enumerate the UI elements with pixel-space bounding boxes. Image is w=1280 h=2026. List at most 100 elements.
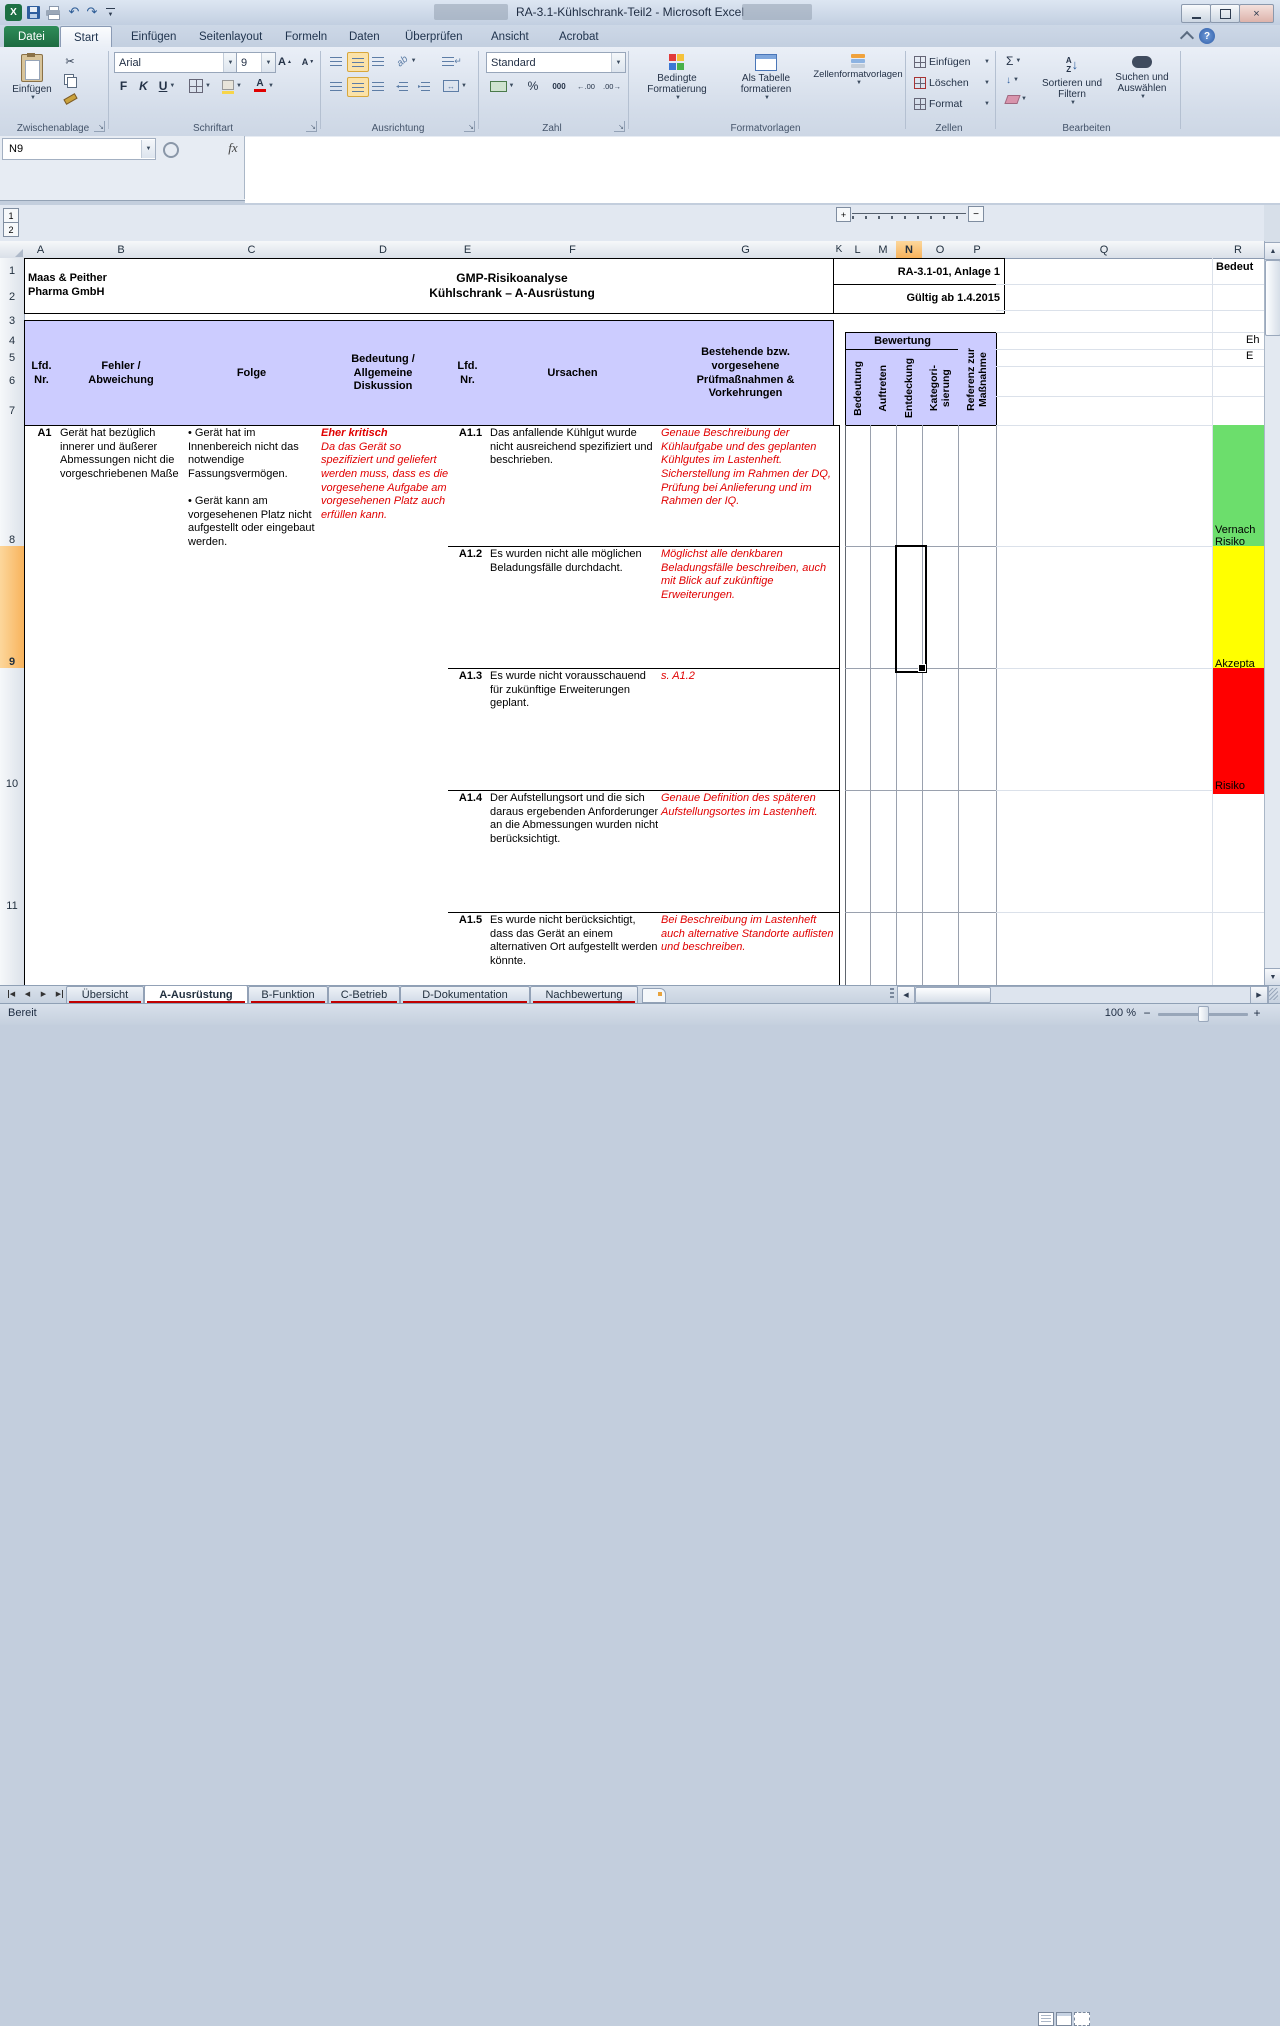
sheet-tab-d-dokumentation[interactable]: D-Dokumentation [400, 986, 530, 1003]
increase-font-button[interactable]: A▲ [274, 52, 296, 71]
column-header-R[interactable]: R [1212, 241, 1265, 259]
column-header-L[interactable]: L [845, 241, 871, 259]
cell-cause-massnahme[interactable]: s. A1.2 [658, 668, 840, 793]
row-header-11[interactable]: 11 [0, 790, 25, 915]
redo-icon[interactable]: ↷ [84, 4, 100, 20]
thousands-separator-button[interactable]: 000 [546, 77, 572, 95]
first-sheet-button[interactable]: ◀ [4, 987, 19, 1001]
excel-logo-icon[interactable]: X [5, 4, 22, 21]
row-header-4[interactable]: 4 [0, 332, 25, 350]
cell-cause-ursache[interactable]: Es wurden nicht alle möglichen Beladungs… [487, 546, 665, 671]
sort-filter-button[interactable]: AZ↓ Sortieren und Filtern▼ [1040, 51, 1104, 119]
row-header-8[interactable]: 8 [0, 425, 25, 549]
merge-center-button[interactable]: ↔▼ [438, 77, 472, 95]
italic-button[interactable]: K [134, 77, 153, 95]
cell-a1-folge[interactable]: • Gerät hat im Innenbereich nicht das no… [185, 425, 325, 988]
header-rot-entdeckung[interactable]: Entdeckung [896, 349, 923, 426]
outline-level-1-button[interactable]: 1 [3, 208, 19, 223]
scroll-right-button[interactable]: ▶ [1250, 986, 1268, 1004]
decrease-decimal-button[interactable]: .00→ [600, 77, 624, 95]
fill-handle[interactable] [918, 664, 926, 672]
column-header-P[interactable]: P [958, 241, 997, 259]
header-rot-auftreten[interactable]: Auftreten [870, 349, 897, 426]
row-header-12[interactable] [0, 912, 25, 986]
column-header-Q[interactable]: Q [996, 241, 1213, 259]
number-dialog-launcher-icon[interactable]: ↘ [614, 121, 625, 132]
cell-valid-from[interactable]: Gültig ab 1.4.2015 [833, 284, 1005, 314]
sheet-tab-uebersicht[interactable]: Übersicht [66, 986, 144, 1003]
column-header-O[interactable]: O [922, 241, 959, 259]
active-cell-cursor[interactable] [895, 545, 927, 673]
row-header-3[interactable]: 3 [0, 310, 25, 333]
cell-a1-fehler[interactable]: Gerät hat bezüglich innerer und äußerer … [57, 425, 192, 988]
minimize-button[interactable] [1181, 4, 1211, 23]
cell-cause-massnahme[interactable]: Bei Beschreibung im Lastenheft auch alte… [658, 912, 840, 988]
outline-level-2-button[interactable]: 2 [3, 222, 19, 237]
tab-acrobat[interactable]: Acrobat [546, 26, 612, 47]
sheet-tab-c-betrieb[interactable]: C-Betrieb [328, 986, 400, 1003]
legend-green-cell[interactable]: Vernach Risiko [1213, 425, 1268, 550]
formula-input[interactable] [245, 137, 1280, 203]
header-massnahmen[interactable]: Bestehende bzw. vorgesehene Prüfmaßnahme… [658, 320, 834, 426]
column-header-C[interactable]: C [185, 241, 319, 259]
header-rot-bedeutung[interactable]: Bedeutung [845, 349, 872, 426]
horizontal-scrollbar-thumb[interactable] [915, 987, 991, 1003]
tab-ansicht[interactable]: Ansicht [478, 26, 542, 47]
vertical-scrollbar-track[interactable] [1264, 258, 1280, 968]
format-painter-button[interactable] [60, 91, 80, 107]
percent-button[interactable]: % [522, 77, 544, 95]
conditional-formatting-button[interactable]: Bedingte Formatierung▼ [634, 51, 720, 119]
borders-button[interactable]: ▼ [186, 77, 214, 95]
cell-company[interactable]: Maas & Peither Pharma GmbH [24, 258, 193, 314]
cell-doc-title[interactable]: GMP-Risikoanalyse Kühlschrank – A-Ausrüs… [185, 258, 840, 314]
clipboard-dialog-launcher-icon[interactable]: ↘ [94, 121, 105, 132]
row-header-9[interactable]: 9 [0, 546, 26, 671]
column-header-F[interactable]: F [487, 241, 659, 259]
next-sheet-button[interactable]: ▶ [36, 987, 51, 1001]
tab-formeln[interactable]: Formeln [272, 26, 340, 47]
tab-daten[interactable]: Daten [336, 26, 393, 47]
header-lfd-nr-2[interactable]: Lfd. Nr. [448, 320, 488, 426]
undo-icon[interactable]: ↶ [66, 4, 82, 20]
legend-yellow-cell[interactable]: Akzepta [1213, 546, 1268, 672]
format-cells-button[interactable]: Format▼ [912, 95, 992, 113]
chevron-down-icon[interactable]: ▼ [611, 53, 625, 72]
font-family-select[interactable]: Arial▼ [114, 52, 238, 73]
tab-split-handle[interactable] [890, 988, 894, 1000]
copy-button[interactable] [60, 72, 80, 88]
chevron-down-icon[interactable]: ▼ [141, 140, 155, 158]
cell-a1-bedeutung[interactable]: Eher kritischDa das Gerät so spezifizier… [318, 425, 455, 988]
collapse-group-button[interactable]: − [968, 206, 984, 222]
select-all-corner[interactable] [0, 241, 25, 259]
cut-button[interactable]: ✂ [60, 53, 80, 69]
name-box[interactable]: N9▼ [2, 138, 156, 160]
bold-button[interactable]: F [114, 77, 133, 95]
align-right-button[interactable] [368, 77, 388, 95]
insert-function-button[interactable]: fx [222, 140, 244, 156]
row-header-2[interactable]: 2 [0, 284, 25, 311]
header-folge[interactable]: Folge [185, 320, 319, 426]
column-header-A[interactable]: A [24, 241, 58, 259]
window-resize-grip[interactable] [1268, 988, 1278, 1000]
cell-cause-ursache[interactable]: Es wurde nicht berücksichtigt, dass das … [487, 912, 665, 988]
cell-cause-massnahme[interactable]: Genaue Definition des späteren Aufstellu… [658, 790, 840, 915]
previous-sheet-button[interactable]: ◀ [20, 987, 35, 1001]
tab-einfuegen[interactable]: Einfügen [118, 26, 189, 47]
chevron-down-icon[interactable]: ▼ [223, 53, 237, 72]
cell-styles-button[interactable]: Zellenformatvorlagen▼ [812, 51, 904, 119]
header-lfd-nr[interactable]: Lfd. Nr. [24, 320, 59, 426]
font-size-select[interactable]: 9▼ [236, 52, 276, 73]
row-header-6[interactable]: 6 [0, 366, 25, 397]
increase-decimal-button[interactable]: ←.00 [574, 77, 598, 95]
tab-ueberpruefen[interactable]: Überprüfen [392, 26, 476, 47]
header-bedeutung[interactable]: Bedeutung / Allgemeine Diskussion [318, 320, 449, 426]
header-rot-kategorisierung[interactable]: Kategori- sierung [922, 349, 959, 426]
cell-cause-ursache[interactable]: Es wurde nicht vorausschauend für zukünf… [487, 668, 665, 793]
column-header-M[interactable]: M [870, 241, 897, 259]
sheet-tab-a-ausruestung-active[interactable]: A-Ausrüstung [144, 985, 248, 1003]
zoom-level-label[interactable]: 100 % [1096, 1007, 1136, 1019]
decrease-font-button[interactable]: A▼ [298, 52, 318, 71]
align-left-button[interactable] [326, 77, 346, 95]
column-header-D[interactable]: D [318, 241, 449, 259]
scroll-left-button[interactable]: ◀ [897, 986, 915, 1004]
